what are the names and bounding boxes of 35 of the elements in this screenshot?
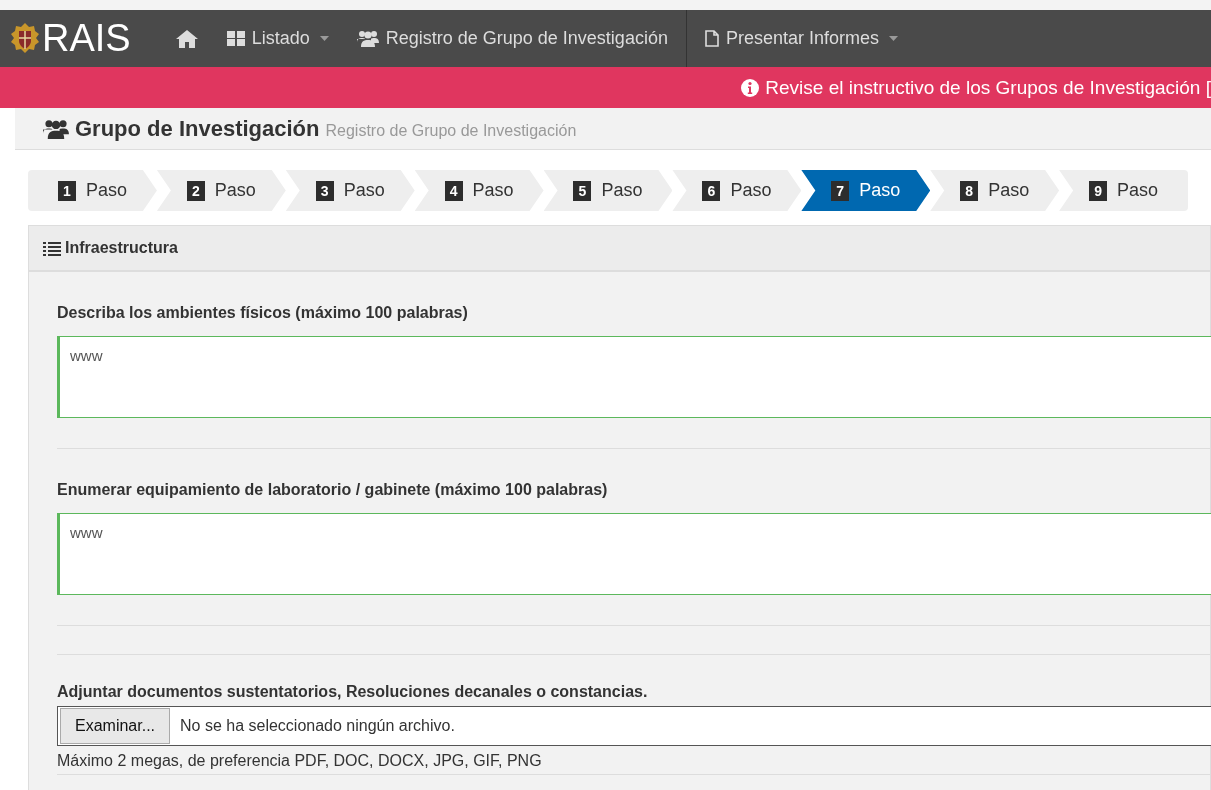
caret-icon (889, 36, 898, 41)
wizard-step[interactable]: 5 Paso (543, 170, 673, 211)
nav-dropdown[interactable]: Listado (212, 10, 343, 67)
panel-title: Infraestructura (65, 239, 178, 257)
users-icon (356, 30, 379, 47)
wizard-step[interactable]: 4 Paso (414, 170, 544, 211)
help-text: Máximo 2 megas, de preferencia PDF, DOC, DOCX, JPG, GIF, PNG (57, 752, 1210, 775)
text-area[interactable]: www (57, 336, 1211, 418)
wizard-step[interactable]: 2 Paso (156, 170, 286, 211)
wizard-step[interactable]: 8 Paso (930, 170, 1060, 211)
info-icon (741, 78, 760, 97)
wizard-step[interactable]: 6 Paso (672, 170, 802, 211)
home-icon (174, 28, 199, 49)
browse-button[interactable]: Examinar... (60, 708, 171, 744)
grid-icon (226, 31, 245, 46)
wizard-step[interactable]: 7 Paso (801, 170, 931, 211)
alert-message: Revise el instructivo de los Grupos de Investigación [ (765, 76, 1211, 99)
page-title: Grupo de Investigación (75, 115, 320, 142)
file-input[interactable]: Examinar... No se ha seleccionado ningún archivo. (57, 706, 1211, 746)
file-icon (704, 30, 719, 47)
nav-link[interactable]: Registro de Grupo de Investigación (342, 10, 682, 67)
field-label: Enumerar equipamiento de laboratorio / gabinete (máximo 100 palabras) (57, 481, 609, 499)
field-label: Describa los ambientes físicos (máximo 100 palabras) (57, 304, 469, 322)
emblem-icon (10, 21, 40, 56)
wizard-step[interactable]: 3 Paso (285, 170, 415, 211)
users-icon (43, 118, 69, 139)
wizard-step[interactable]: 1 Paso (28, 170, 157, 211)
caret-icon (319, 36, 329, 41)
brand-name[interactable]: RAIS (42, 17, 131, 60)
file-status: No se ha seleccionado ningún archivo. (180, 717, 455, 735)
list-icon (43, 240, 61, 256)
field-label: Adjuntar documentos sustentatorios, Resoluciones decanales o constancias. (57, 683, 649, 701)
page-subtitle: Registro de Grupo de Investigación (325, 121, 577, 140)
text-area[interactable]: www (57, 513, 1211, 595)
wizard-step[interactable]: 9 Paso (1059, 170, 1188, 211)
